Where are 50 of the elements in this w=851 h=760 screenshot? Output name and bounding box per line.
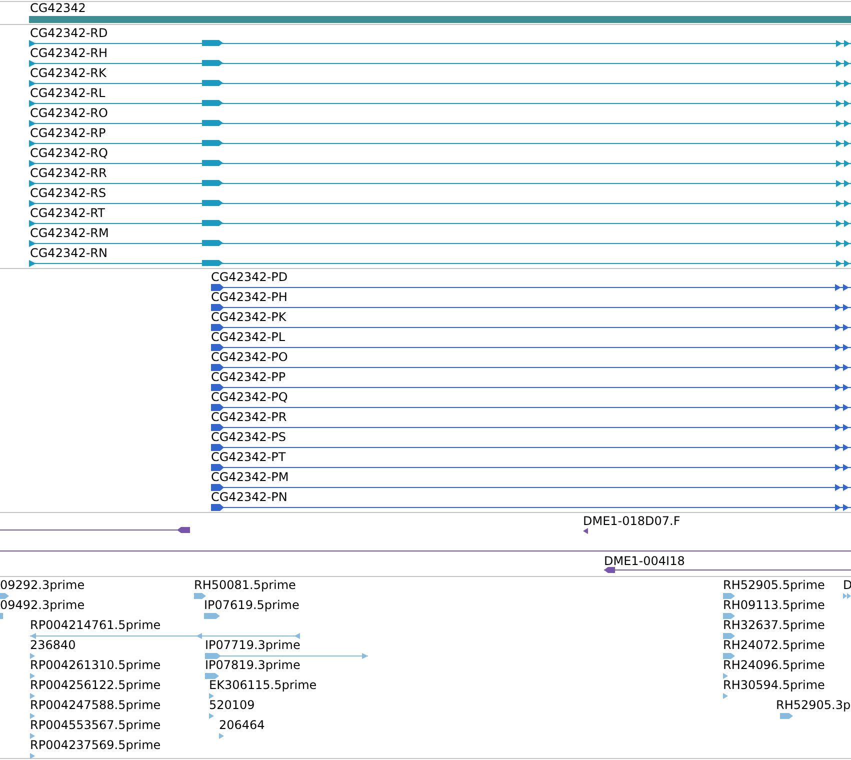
est-label: RP004256122.5prime	[30, 678, 161, 692]
protein-label: CG42342-PS	[211, 430, 286, 444]
transcript-label: CG42342-RL	[30, 86, 106, 100]
est-label: 236840	[30, 638, 76, 652]
transcript-label: CG42342-RK	[30, 66, 106, 80]
est-label: RH24072.5prime	[723, 638, 825, 652]
est-label: 206464	[219, 718, 265, 732]
protein-label: CG42342-PL	[211, 330, 286, 344]
transcript-label: CG42342-RQ	[30, 146, 108, 160]
transcript-label: CG42342-RT	[30, 206, 105, 220]
protein-label: CG42342-PM	[211, 470, 289, 484]
clone-label: DME1-018D07.F	[583, 514, 680, 528]
clone-label: DME1-004I18	[604, 554, 685, 568]
est-label: IP07619.5prime	[204, 598, 300, 612]
protein-label: CG42342-PN	[211, 490, 288, 504]
protein-label: CG42342-PK	[211, 310, 286, 324]
transcript-label: CG42342-RH	[30, 46, 108, 60]
est-label: RP004237569.5prime	[30, 738, 161, 752]
est-label: RP004553567.5prime	[30, 718, 161, 732]
est-label: 09292.3prime	[0, 578, 85, 592]
transcript-label: CG42342-RN	[30, 246, 108, 260]
est-label: RP004214761.5prime	[30, 618, 161, 632]
est-label: IP07719.3prime	[205, 638, 300, 652]
est-label: IP07819.3prime	[205, 658, 300, 672]
gene-label: CG42342	[30, 1, 86, 15]
est-label: 09492.3prime	[0, 598, 85, 612]
est-label: RH50081.5prime	[194, 578, 296, 592]
est-label: RH30594.5prime	[723, 678, 825, 692]
transcript-label: CG42342-RR	[30, 166, 107, 180]
est-label: RH32637.5prime	[723, 618, 825, 632]
est-label: RP004261310.5prime	[30, 658, 161, 672]
transcript-label: CG42342-RM	[30, 226, 109, 240]
transcript-label: CG42342-RO	[30, 106, 108, 120]
protein-label: CG42342-PQ	[211, 390, 288, 404]
transcript-label: CG42342-RD	[30, 26, 108, 40]
protein-label: CG42342-PH	[211, 290, 288, 304]
est-label: RH09113.5prime	[723, 598, 825, 612]
est-label: EK306115.5prime	[209, 678, 317, 692]
est-label: 520109	[209, 698, 255, 712]
est-label: RP004247588.5prime	[30, 698, 161, 712]
est-label: RH52905.3p	[776, 698, 851, 712]
protein-label: CG42342-PO	[211, 350, 288, 364]
transcript-label: CG42342-RS	[30, 186, 106, 200]
protein-label: CG42342-PT	[211, 450, 286, 464]
est-label: RH52905.5prime	[723, 578, 825, 592]
protein-label: CG42342-PD	[211, 270, 288, 284]
est-label: RH24096.5prime	[723, 658, 825, 672]
protein-label: CG42342-PR	[211, 410, 287, 424]
protein-label: CG42342-PP	[211, 370, 286, 384]
transcript-label: CG42342-RP	[30, 126, 106, 140]
